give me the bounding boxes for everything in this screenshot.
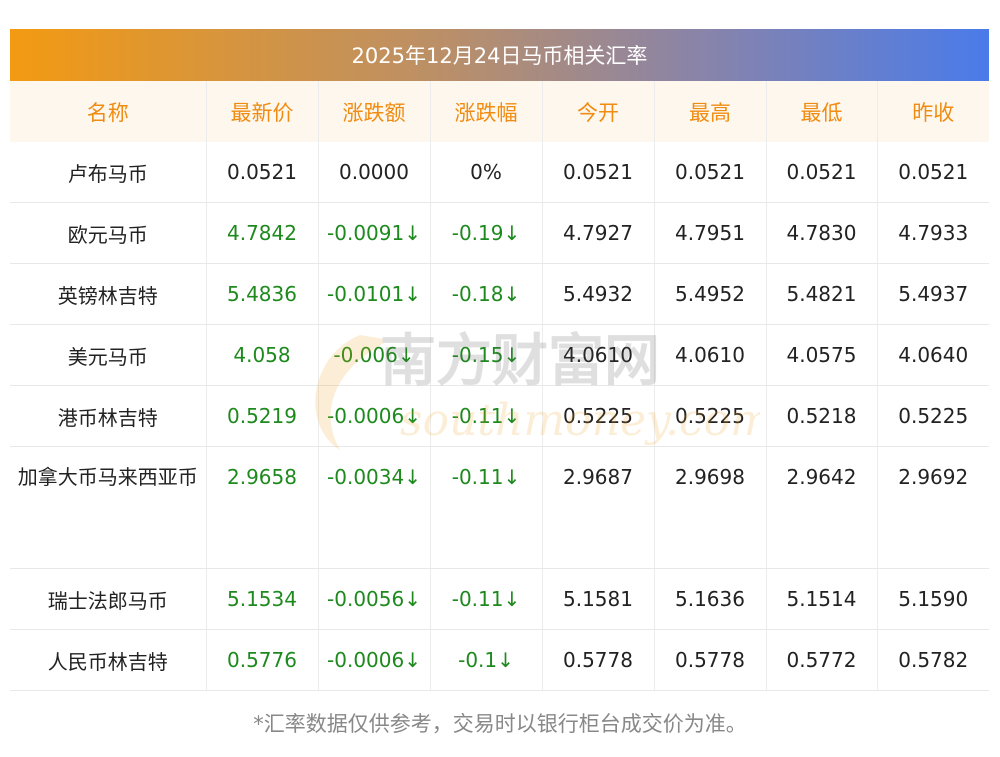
column-header-prev-close: 昨收 — [877, 81, 989, 142]
low-price: 5.1514 — [766, 568, 878, 630]
change-percent: -0.11↓ — [430, 446, 543, 569]
change-amount: -0.0006↓ — [318, 385, 431, 447]
latest-price: 5.1534 — [206, 568, 319, 630]
change-percent: -0.18↓ — [430, 263, 543, 325]
column-header-change: 涨跌额 — [318, 81, 431, 142]
high-price: 4.0610 — [654, 324, 767, 386]
currency-name: 英镑林吉特 — [10, 263, 207, 325]
open-price: 2.9687 — [542, 446, 655, 569]
low-price: 4.0575 — [766, 324, 878, 386]
table-row: 美元马币 4.058 -0.006↓ -0.15↓ 4.0610 4.0610 … — [10, 324, 989, 386]
high-price: 4.7951 — [654, 202, 767, 264]
change-amount: -0.0091↓ — [318, 202, 431, 264]
prev-close-price: 0.5782 — [877, 629, 989, 691]
column-header-name: 名称 — [10, 81, 207, 142]
change-amount: -0.0056↓ — [318, 568, 431, 630]
table-row: 瑞士法郎马币 5.1534 -0.0056↓ -0.11↓ 5.1581 5.1… — [10, 568, 989, 630]
high-price: 5.4952 — [654, 263, 767, 325]
low-price: 5.4821 — [766, 263, 878, 325]
table-row: 人民币林吉特 0.5776 -0.0006↓ -0.1↓ 0.5778 0.57… — [10, 629, 989, 691]
prev-close-price: 0.5225 — [877, 385, 989, 447]
currency-name: 瑞士法郎马币 — [10, 568, 207, 630]
change-amount: 0.0000 — [318, 142, 431, 203]
disclaimer-footnote: *汇率数据仅供参考，交易时以银行柜台成交价为准。 — [253, 712, 747, 736]
change-percent: -0.11↓ — [430, 385, 543, 447]
latest-price: 4.058 — [206, 324, 319, 386]
change-amount: -0.0006↓ — [318, 629, 431, 691]
latest-price: 0.0521 — [206, 142, 319, 203]
currency-name: 人民币林吉特 — [10, 629, 207, 691]
prev-close-price: 2.9692 — [877, 446, 989, 569]
change-percent: 0% — [430, 142, 543, 203]
high-price: 0.5225 — [654, 385, 767, 447]
high-price: 0.0521 — [654, 142, 767, 203]
change-amount: -0.0101↓ — [318, 263, 431, 325]
latest-price: 0.5219 — [206, 385, 319, 447]
currency-name: 欧元马币 — [10, 202, 207, 264]
prev-close-price: 5.4937 — [877, 263, 989, 325]
table-row: 英镑林吉特 5.4836 -0.0101↓ -0.18↓ 5.4932 5.49… — [10, 263, 989, 325]
high-price: 0.5778 — [654, 629, 767, 691]
open-price: 0.5778 — [542, 629, 655, 691]
page-title: 2025年12月24日马币相关汇率 — [10, 29, 989, 81]
prev-close-price: 5.1590 — [877, 568, 989, 630]
currency-name: 港币林吉特 — [10, 385, 207, 447]
open-price: 4.0610 — [542, 324, 655, 386]
column-header-change-pct: 涨跌幅 — [430, 81, 543, 142]
low-price: 2.9642 — [766, 446, 878, 569]
table-header-row: 名称 最新价 涨跌额 涨跌幅 今开 最高 最低 昨收 — [10, 81, 989, 142]
table-row: 加拿大币马来西亚币 2.9658 -0.0034↓ -0.11↓ 2.9687 … — [10, 446, 989, 569]
open-price: 0.5225 — [542, 385, 655, 447]
change-percent: -0.11↓ — [430, 568, 543, 630]
prev-close-price: 4.0640 — [877, 324, 989, 386]
column-header-high: 最高 — [654, 81, 767, 142]
open-price: 5.1581 — [542, 568, 655, 630]
column-header-latest: 最新价 — [206, 81, 319, 142]
latest-price: 0.5776 — [206, 629, 319, 691]
low-price: 0.5772 — [766, 629, 878, 691]
currency-name: 加拿大币马来西亚币 — [10, 446, 207, 569]
low-price: 0.0521 — [766, 142, 878, 203]
table-row: 欧元马币 4.7842 -0.0091↓ -0.19↓ 4.7927 4.795… — [10, 202, 989, 264]
change-amount: -0.006↓ — [318, 324, 431, 386]
column-header-open: 今开 — [542, 81, 655, 142]
change-amount: -0.0034↓ — [318, 446, 431, 569]
change-percent: -0.1↓ — [430, 629, 543, 691]
open-price: 4.7927 — [542, 202, 655, 264]
column-header-low: 最低 — [766, 81, 878, 142]
latest-price: 5.4836 — [206, 263, 319, 325]
currency-name: 卢布马币 — [10, 142, 207, 203]
change-percent: -0.15↓ — [430, 324, 543, 386]
open-price: 5.4932 — [542, 263, 655, 325]
latest-price: 4.7842 — [206, 202, 319, 264]
low-price: 0.5218 — [766, 385, 878, 447]
high-price: 5.1636 — [654, 568, 767, 630]
low-price: 4.7830 — [766, 202, 878, 264]
table-row: 卢布马币 0.0521 0.0000 0% 0.0521 0.0521 0.05… — [10, 142, 989, 203]
open-price: 0.0521 — [542, 142, 655, 203]
high-price: 2.9698 — [654, 446, 767, 569]
table-row: 港币林吉特 0.5219 -0.0006↓ -0.11↓ 0.5225 0.52… — [10, 385, 989, 447]
latest-price: 2.9658 — [206, 446, 319, 569]
prev-close-price: 4.7933 — [877, 202, 989, 264]
exchange-rate-table: 名称 最新价 涨跌额 涨跌幅 今开 最高 最低 昨收 卢布马币 0.0521 0… — [10, 81, 989, 691]
change-percent: -0.19↓ — [430, 202, 543, 264]
currency-name: 美元马币 — [10, 324, 207, 386]
prev-close-price: 0.0521 — [877, 142, 989, 203]
